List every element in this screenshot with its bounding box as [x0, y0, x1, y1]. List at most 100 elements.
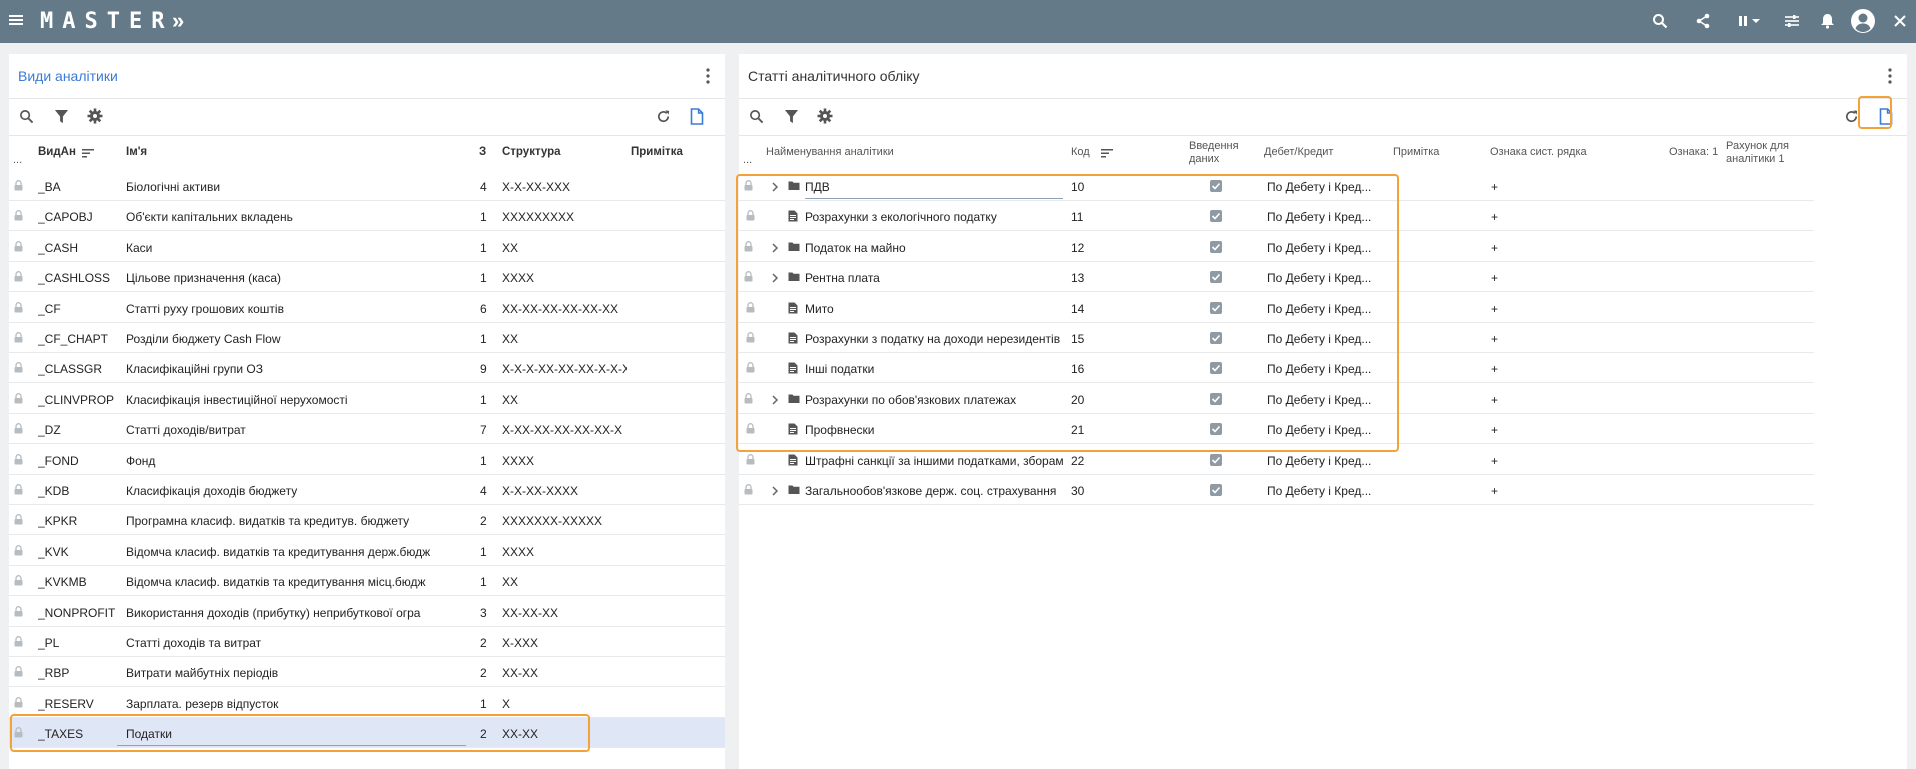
table-row[interactable]: _KVKMB Відомча класиф. видатків та кредит… — [9, 566, 725, 597]
expand-chevron-icon[interactable] — [771, 181, 779, 192]
column-chooser[interactable]: ... — [13, 154, 22, 166]
table-row[interactable]: _CASH Каси 1 XX — [9, 232, 725, 262]
lock-icon — [14, 484, 23, 495]
more-vert-icon[interactable] — [1887, 68, 1893, 84]
checkbox-checked[interactable] — [1210, 332, 1222, 344]
checkbox-checked[interactable] — [1210, 484, 1222, 496]
share-icon[interactable] — [1693, 11, 1713, 31]
cell-name: Інші податки — [805, 362, 875, 377]
search-icon[interactable] — [1650, 11, 1670, 31]
cell-code: 15 — [1071, 332, 1085, 346]
table-row[interactable]: ПДВ 10 По Дебету і Кред... + — [739, 171, 1814, 201]
lock-icon — [14, 636, 23, 647]
table-row[interactable]: _FOND Фонд 1 XXXX — [9, 445, 725, 475]
settings-icon[interactable] — [815, 106, 835, 126]
more-vert-icon[interactable] — [705, 68, 711, 84]
column-header-code[interactable]: Код — [1071, 146, 1090, 159]
logo-expand-arrow[interactable]: » — [172, 8, 184, 34]
table-row[interactable]: Штрафні санкції за іншими податками, збо… — [739, 445, 1814, 475]
table-row[interactable]: Інші податки 16 По Дебету і Кред... + — [739, 353, 1814, 384]
new-document-icon[interactable] — [1876, 106, 1896, 126]
table-row[interactable]: Мито 14 По Дебету і Кред... + — [739, 293, 1814, 323]
search-icon[interactable] — [746, 106, 766, 126]
column-header-structure[interactable]: Структура — [502, 146, 561, 158]
table-row[interactable]: _TAXES Податки 2 XX-XX — [9, 718, 725, 749]
table-row[interactable]: _CF_CHAPT Розділи бюджету Cash Flow 1 XX — [9, 323, 725, 353]
table-row[interactable]: _CASHLOSS Цільове призначення (каса) 1 XXXX — [9, 262, 725, 293]
column-header-name[interactable]: Ім'я — [126, 146, 147, 158]
table-row[interactable]: Рентна плата 13 По Дебету і Кред... + — [739, 262, 1814, 293]
cell-z: 2 — [480, 636, 487, 650]
lock-icon — [14, 240, 23, 252]
refresh-icon[interactable] — [1841, 106, 1861, 126]
checkbox-checked[interactable] — [1210, 180, 1222, 192]
checkbox-checked[interactable] — [1210, 423, 1222, 436]
lock-icon — [14, 696, 23, 708]
expand-chevron-icon[interactable] — [771, 272, 779, 283]
table-row[interactable]: _PL Статті доходів та витрат 2 X-XXX — [9, 627, 725, 657]
column-header-entry[interactable]: Введення даних — [1189, 140, 1245, 166]
checkbox-checked[interactable] — [1210, 362, 1222, 375]
checkbox-checked[interactable] — [1210, 210, 1222, 223]
table-row[interactable]: _CLASSGR Класифікаційні групи ОЗ 9 X-X-X-XX… — [9, 353, 725, 384]
table-row[interactable]: Розрахунки з податку на доходи нерезиден… — [739, 323, 1814, 353]
table-row[interactable]: _CAPOBJ Об'єкти капітальних вкладень 1 XXXX… — [9, 201, 725, 232]
table-row[interactable]: _RESERV Зарплата. резерв відпусток 1 X — [9, 688, 725, 718]
table-row[interactable]: Розрахунки по обов'язкових платежах 20 По … — [739, 384, 1814, 414]
edit-underline — [805, 198, 1063, 199]
new-document-icon[interactable] — [687, 106, 707, 126]
table-row[interactable]: _KVK Відомча класиф. видатків та кредитув… — [9, 536, 725, 566]
search-icon[interactable] — [16, 106, 36, 126]
column-header-code[interactable]: ВидАн — [38, 146, 76, 158]
chevron-down-icon[interactable] — [1746, 11, 1766, 31]
table-row[interactable]: _NONPROFIT Використання доходів (прибутку… — [9, 597, 725, 627]
table-row[interactable]: _KPKR Програмна класиф. видатків та креди… — [9, 505, 725, 536]
bell-icon[interactable] — [1817, 11, 1837, 31]
cell-code: _FOND — [38, 453, 79, 468]
expand-chevron-icon[interactable] — [771, 485, 779, 496]
filter-icon[interactable] — [781, 106, 801, 126]
account-icon[interactable] — [1850, 8, 1876, 34]
column-header-z[interactable]: З — [479, 146, 486, 158]
refresh-icon[interactable] — [653, 106, 673, 126]
cell-name: Класифікація доходів бюджету — [126, 484, 298, 498]
checkbox-checked[interactable] — [1210, 453, 1222, 466]
expand-chevron-icon[interactable] — [771, 242, 779, 253]
table-row[interactable]: _CLINVPROP Класифікація інвестиційної нер… — [9, 384, 725, 414]
column-header-sys-flag[interactable]: Ознака сист. рядка — [1490, 146, 1587, 159]
column-header-note[interactable]: Примітка — [631, 146, 683, 158]
sort-icon[interactable] — [82, 147, 94, 158]
table-row[interactable]: Загальнообов'язкове держ. соц. страхуван… — [739, 475, 1814, 505]
table-row[interactable]: _KDB Класифікація доходів бюджету 4 X-X-XX-… — [9, 475, 725, 505]
menu-icon[interactable] — [9, 13, 23, 27]
sort-icon[interactable] — [1101, 147, 1113, 158]
settings-icon[interactable] — [85, 106, 105, 126]
column-header-note[interactable]: Примітка — [1393, 146, 1439, 159]
checkbox-checked[interactable] — [1210, 240, 1222, 253]
app-logo[interactable]: MASTER — [40, 9, 173, 34]
expand-chevron-icon[interactable] — [771, 394, 779, 405]
checkbox-checked[interactable] — [1210, 301, 1222, 314]
table-row[interactable]: _RBP Витрати майбутніх періодів 2 XX-XX — [9, 657, 725, 688]
filter-icon[interactable] — [51, 106, 71, 126]
cell-name: Біологічні активи — [126, 180, 221, 194]
lock-icon — [744, 484, 753, 495]
checkbox-checked[interactable] — [1210, 392, 1222, 405]
table-row[interactable]: _BA Біологічні активи 4 X-X-XX-XXX — [9, 171, 725, 201]
cell-name: Статті доходів та витрат — [126, 636, 262, 650]
column-header-account[interactable]: Рахунок для аналітики 1 — [1726, 140, 1804, 166]
column-header-flag1[interactable]: Ознака: 1 — [1669, 146, 1718, 159]
column-chooser[interactable]: ... — [743, 154, 752, 166]
table-row[interactable]: _DZ Статті доходів/витрат 7 X-XX-XX-XX-XX-X… — [9, 414, 725, 445]
lock-icon — [14, 362, 23, 373]
cell-name: Мито — [805, 301, 834, 316]
table-row[interactable]: Розрахунки з екологічного податку 11 По Де… — [739, 201, 1814, 232]
tune-icon[interactable] — [1782, 11, 1802, 31]
table-row[interactable]: Податок на майно 12 По Дебету і Кред... + — [739, 232, 1814, 262]
checkbox-checked[interactable] — [1210, 271, 1222, 284]
table-row[interactable]: Профвнески 21 По Дебету і Кред... + — [739, 414, 1814, 445]
column-header-debit-credit[interactable]: Дебет/Кредит — [1264, 146, 1333, 159]
close-icon[interactable] — [1890, 11, 1910, 31]
table-row[interactable]: _CF Статті руху грошових коштів 6 XX-XX-XX-… — [9, 293, 725, 323]
column-header-name[interactable]: Найменування аналітики — [766, 146, 894, 159]
